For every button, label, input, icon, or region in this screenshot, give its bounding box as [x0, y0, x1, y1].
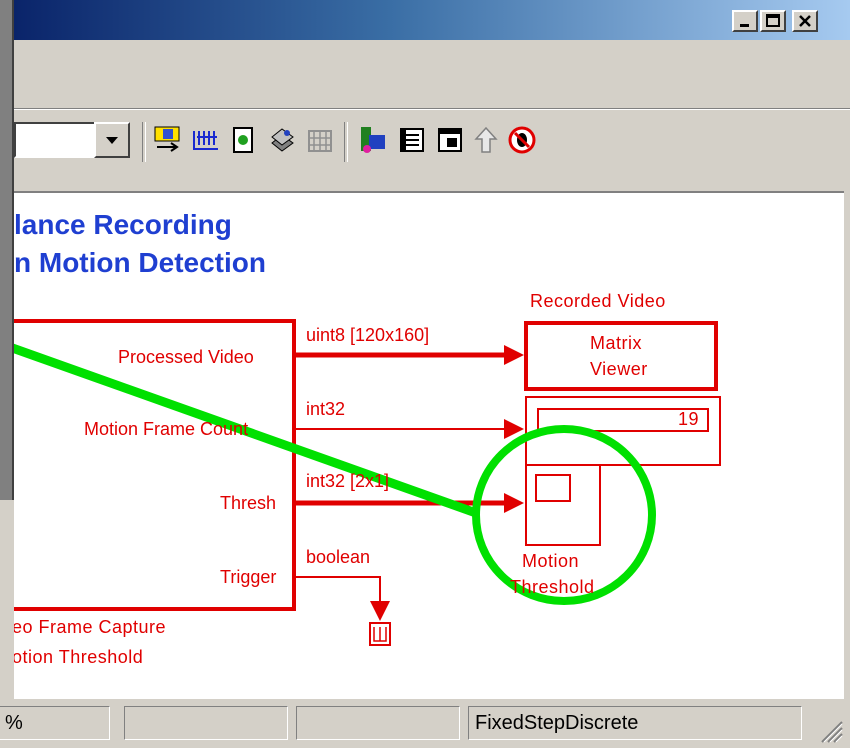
- motion-threshold-line2: Threshold: [510, 577, 595, 597]
- model-canvas[interactable]: lance Recording n Motion Detection Proce…: [14, 191, 844, 699]
- status-solver: FixedStepDiscrete: [468, 706, 802, 740]
- chevron-down-icon: [106, 137, 118, 144]
- bug-icon: [508, 126, 536, 154]
- model-browser-icon: [400, 128, 424, 152]
- signal-label-video: uint8 [120x160]: [306, 325, 430, 345]
- signal-label-count: int32: [306, 399, 346, 419]
- signal-selector-icon: [361, 127, 385, 153]
- background-window-edge: [0, 0, 14, 500]
- build-button[interactable]: [266, 124, 298, 156]
- matrix-viewer-line1: Matrix: [590, 333, 642, 353]
- port-motion-frame-count: Motion Frame Count: [84, 419, 249, 439]
- up-arrow-icon: [474, 126, 498, 153]
- minimize-button[interactable]: [732, 10, 758, 32]
- recorded-video-label: Recorded Video: [530, 291, 666, 311]
- motion-threshold-line1: Motion: [522, 551, 580, 571]
- library-browser-button[interactable]: [190, 124, 222, 156]
- resize-grip-icon[interactable]: [816, 716, 844, 744]
- signal-selector-button[interactable]: [358, 124, 390, 156]
- arrowhead: [504, 345, 524, 365]
- port-trigger: Trigger: [220, 567, 277, 587]
- close-icon: [799, 15, 811, 27]
- model-explorer-icon: [233, 127, 253, 153]
- matrix-viewer-line2: Viewer: [590, 359, 648, 379]
- block-properties-icon: [438, 128, 462, 152]
- block-properties-button[interactable]: [434, 124, 466, 156]
- toolbar: [14, 109, 850, 192]
- model-browser-button[interactable]: [396, 124, 428, 156]
- title-bar[interactable]: [14, 0, 850, 40]
- model-explorer-button[interactable]: [228, 124, 260, 156]
- toolbar-separator: [142, 122, 146, 162]
- update-diagram-button[interactable]: [152, 124, 184, 156]
- debug-icon: [308, 130, 332, 152]
- build-icon: [271, 128, 294, 152]
- maximize-button[interactable]: [760, 10, 786, 32]
- status-cell-3: [296, 706, 460, 740]
- go-to-parent-button[interactable]: [470, 124, 502, 156]
- source-block-caption-line1: eo Frame Capture: [14, 617, 167, 637]
- display-value: 19: [678, 409, 700, 429]
- terminator-icon: [373, 627, 387, 642]
- motion-threshold-block[interactable]: [525, 464, 601, 546]
- maximize-icon: [766, 14, 780, 27]
- stop-debug-button[interactable]: [506, 124, 538, 156]
- close-button[interactable]: [792, 10, 818, 32]
- source-block-caption-line2: otion Threshold: [14, 647, 144, 667]
- port-thresh: Thresh: [220, 493, 277, 513]
- trigger-line[interactable]: [296, 576, 381, 601]
- toolbar-separator: [344, 122, 348, 162]
- arrowhead: [370, 601, 390, 621]
- status-cell-2: [124, 706, 288, 740]
- status-bar: % FixedStepDiscrete: [0, 700, 850, 748]
- library-browser-icon: [193, 131, 218, 150]
- update-diagram-icon: [154, 126, 180, 152]
- signal-label-trigger: boolean: [306, 547, 371, 567]
- threshold-field: [535, 474, 571, 502]
- annotation-highlight-circle: [472, 425, 656, 605]
- combo-dropdown-button[interactable]: [94, 122, 130, 158]
- signal-label-thresh: int32 [2x1]: [306, 471, 390, 491]
- menu-bar: [14, 40, 850, 109]
- status-zoom: %: [0, 706, 110, 740]
- port-processed-video: Processed Video: [118, 347, 254, 367]
- arrowhead: [504, 493, 524, 513]
- debug-button[interactable]: [304, 124, 336, 156]
- minimize-icon: [740, 24, 749, 27]
